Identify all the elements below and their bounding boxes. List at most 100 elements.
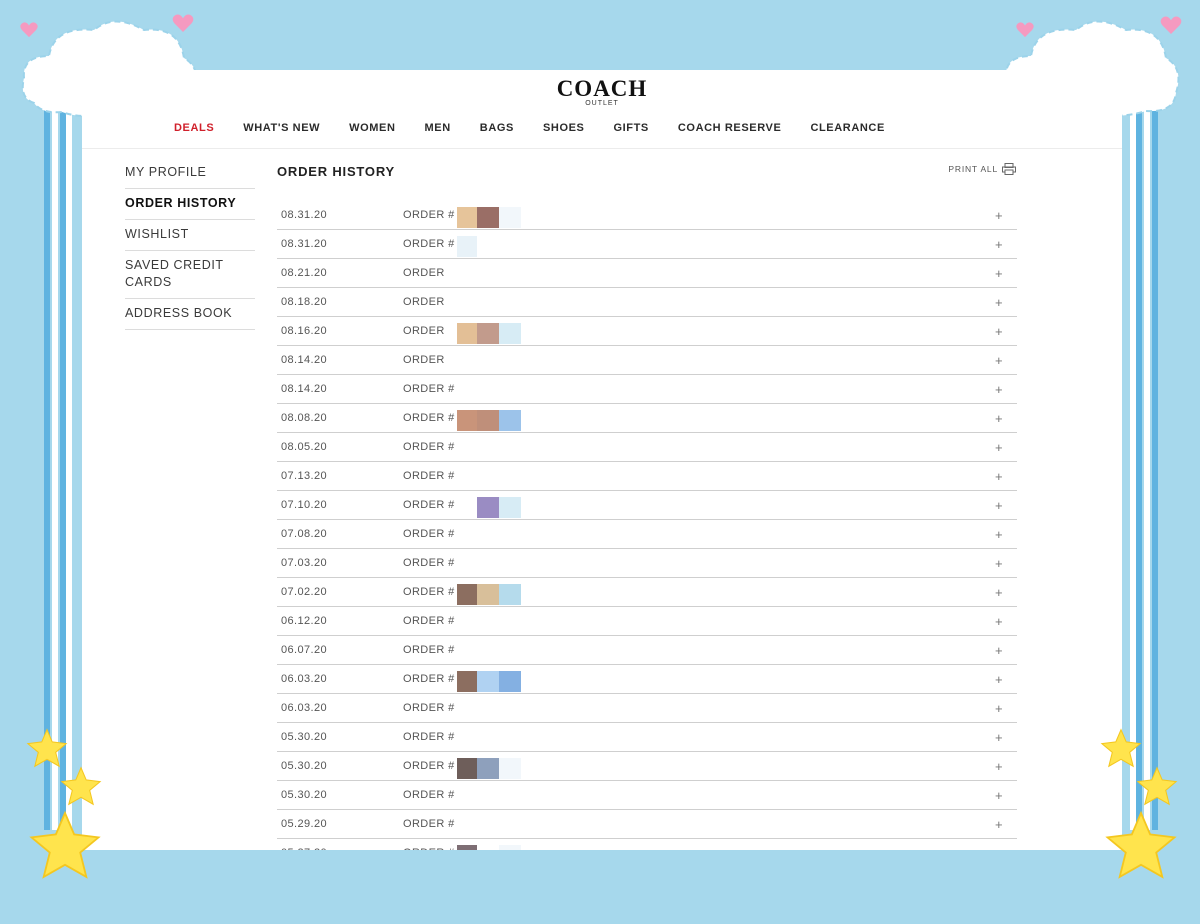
redaction-mask <box>457 578 521 606</box>
order-date: 08.14.20 <box>281 354 328 366</box>
order-number: ORDER # Z <box>403 557 466 569</box>
order-row[interactable]: 07.03.20 ORDER # Z + <box>277 549 1017 578</box>
nav-deals[interactable]: DEALS <box>174 122 214 134</box>
order-row[interactable]: 07.13.20 ORDER # Z + <box>277 462 1017 491</box>
redaction-mask <box>457 781 521 809</box>
order-row[interactable]: 05.30.20 ORDER # Z + <box>277 723 1017 752</box>
plus-icon[interactable]: + <box>995 788 1003 803</box>
sidebar-item-order-history[interactable]: ORDER HISTORY <box>125 189 255 220</box>
plus-icon[interactable]: + <box>995 643 1003 658</box>
order-number: ORDER # Z <box>403 760 466 772</box>
order-row[interactable]: 08.05.20 ORDER # Z + <box>277 433 1017 462</box>
plus-icon[interactable]: + <box>995 759 1003 774</box>
order-row[interactable]: 08.18.20 ORDER + <box>277 288 1017 317</box>
nav-shoes[interactable]: SHOES <box>543 122 585 134</box>
print-all-button[interactable]: PRINT ALL <box>948 163 1016 175</box>
order-row[interactable]: 08.16.20 ORDER + <box>277 317 1017 346</box>
star-icon <box>60 766 102 806</box>
nav-men[interactable]: MEN <box>425 122 451 134</box>
sidebar-item-my-profile[interactable]: MY PROFILE <box>125 158 255 189</box>
plus-icon[interactable]: + <box>995 527 1003 542</box>
main-nav: DEALS WHAT'S NEW WOMEN MEN BAGS SHOES GI… <box>174 122 914 134</box>
order-number: ORDER # Z <box>403 731 466 743</box>
order-number: ORDER # Z <box>403 412 466 424</box>
nav-coach-reserve[interactable]: COACH RESERVE <box>678 122 782 134</box>
plus-icon[interactable]: + <box>995 237 1003 252</box>
print-all-label: PRINT ALL <box>948 164 998 174</box>
order-row[interactable]: 08.14.20 ORDER # Z + <box>277 375 1017 404</box>
nav-clearance[interactable]: CLEARANCE <box>810 122 884 134</box>
redaction-mask <box>457 288 521 316</box>
order-date: 08.16.20 <box>281 325 328 337</box>
nav-gifts[interactable]: GIFTS <box>613 122 648 134</box>
order-row[interactable]: 08.31.20 ORDER # + <box>277 230 1017 259</box>
nav-bags[interactable]: BAGS <box>480 122 514 134</box>
plus-icon[interactable]: + <box>995 324 1003 339</box>
plus-icon[interactable]: + <box>995 411 1003 426</box>
order-row[interactable]: 05.30.20 ORDER # Z + <box>277 781 1017 810</box>
order-row[interactable]: 06.07.20 ORDER # Z + <box>277 636 1017 665</box>
order-date: 07.13.20 <box>281 470 328 482</box>
star-icon <box>1136 766 1178 806</box>
store-page: COACH OUTLET DEALS WHAT'S NEW WOMEN MEN … <box>82 70 1122 850</box>
order-date: 08.21.20 <box>281 267 328 279</box>
redaction-mask <box>457 636 521 664</box>
order-row[interactable]: 05.29.20 ORDER # S + <box>277 810 1017 839</box>
plus-icon[interactable]: + <box>995 556 1003 571</box>
order-number: ORDER <box>403 267 445 279</box>
order-row[interactable]: 05.30.20 ORDER # Z + <box>277 752 1017 781</box>
plus-icon[interactable]: + <box>995 266 1003 281</box>
plus-icon[interactable]: + <box>995 672 1003 687</box>
plus-icon[interactable]: + <box>995 353 1003 368</box>
order-number: ORDER # Z <box>403 702 466 714</box>
order-row[interactable]: 06.03.20 ORDER # Z + <box>277 665 1017 694</box>
star-icon <box>1105 810 1177 879</box>
order-list: 08.31.20 ORDER # Z +08.31.20 ORDER # +08.21.… <box>277 201 1017 850</box>
redaction-mask <box>457 404 521 432</box>
sidebar-item-saved-credit-cards[interactable]: SAVED CREDIT CARDS <box>125 251 255 299</box>
order-date: 08.08.20 <box>281 412 328 424</box>
plus-icon[interactable]: + <box>995 295 1003 310</box>
order-date: 08.14.20 <box>281 383 328 395</box>
plus-icon[interactable]: + <box>995 469 1003 484</box>
plus-icon[interactable]: + <box>995 208 1003 223</box>
order-number: ORDER # Z <box>403 789 466 801</box>
redaction-mask <box>457 549 521 577</box>
plus-icon[interactable]: + <box>995 498 1003 513</box>
plus-icon[interactable]: + <box>995 382 1003 397</box>
order-date: 07.08.20 <box>281 528 328 540</box>
plus-icon[interactable]: + <box>995 701 1003 716</box>
order-row[interactable]: 05.27.20 ORDER # Z + <box>277 839 1017 850</box>
order-row[interactable]: 07.10.20 ORDER # 9 + <box>277 491 1017 520</box>
order-row[interactable]: 06.12.20 ORDER # Z + <box>277 607 1017 636</box>
brand-logo[interactable]: COACH OUTLET <box>82 76 1122 107</box>
sidebar-item-wishlist[interactable]: WISHLIST <box>125 220 255 251</box>
plus-icon[interactable]: + <box>995 730 1003 745</box>
order-row[interactable]: 08.14.20 ORDER + <box>277 346 1017 375</box>
redaction-mask <box>457 491 521 519</box>
order-number: ORDER # Z <box>403 644 466 656</box>
order-number: ORDER # Z <box>403 847 465 850</box>
plus-icon[interactable]: + <box>995 440 1003 455</box>
redaction-mask <box>457 520 521 548</box>
order-row[interactable]: 07.08.20 ORDER # Z + <box>277 520 1017 549</box>
order-date: 05.30.20 <box>281 789 328 801</box>
nav-whats-new[interactable]: WHAT'S NEW <box>243 122 320 134</box>
order-row[interactable]: 08.31.20 ORDER # Z + <box>277 201 1017 230</box>
heart-icon <box>172 14 194 32</box>
order-row[interactable]: 08.21.20 ORDER + <box>277 259 1017 288</box>
order-date: 06.03.20 <box>281 702 328 714</box>
brand-sub: OUTLET <box>585 100 619 107</box>
page-title: ORDER HISTORY <box>277 164 396 179</box>
order-date: 06.07.20 <box>281 644 328 656</box>
plus-icon[interactable]: + <box>995 614 1003 629</box>
order-row[interactable]: 07.02.20 ORDER # Z + <box>277 578 1017 607</box>
star-icon <box>1100 728 1142 768</box>
sidebar-item-address-book[interactable]: ADDRESS BOOK <box>125 299 255 330</box>
plus-icon[interactable]: + <box>995 817 1003 832</box>
plus-icon[interactable]: + <box>995 585 1003 600</box>
nav-women[interactable]: WOMEN <box>349 122 395 134</box>
order-row[interactable]: 08.08.20 ORDER # Z + <box>277 404 1017 433</box>
plus-icon[interactable]: + <box>995 846 1003 851</box>
order-row[interactable]: 06.03.20 ORDER # Z + <box>277 694 1017 723</box>
